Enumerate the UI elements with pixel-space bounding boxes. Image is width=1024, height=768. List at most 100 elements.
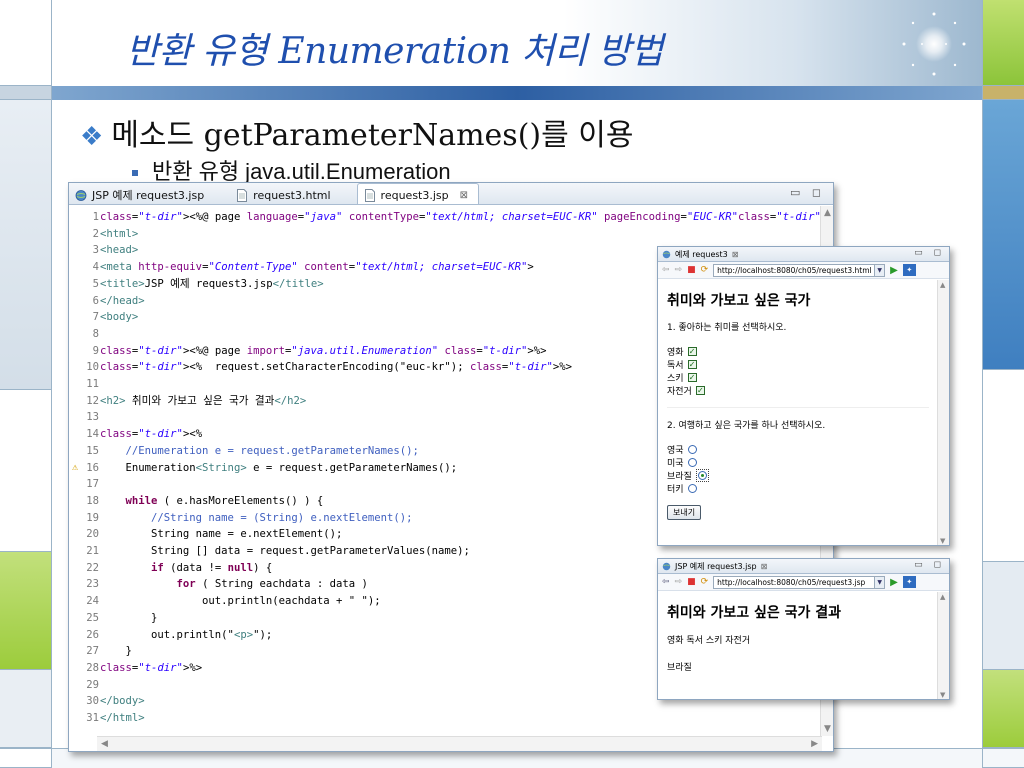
country-option[interactable]: 영국 <box>667 443 937 456</box>
hobby-option[interactable]: 스키 ✓ <box>667 371 937 384</box>
scroll-right-icon[interactable]: ▶ <box>811 739 818 749</box>
close-icon[interactable]: ⊠ <box>732 250 739 259</box>
forward-icon[interactable]: ⇨ <box>675 577 683 587</box>
browser-tab-label[interactable]: 예제 request3 <box>675 249 728 260</box>
line-number: 15 <box>86 444 99 457</box>
horizontal-rule <box>667 407 929 408</box>
tab-request3-html[interactable]: request3.html <box>230 183 340 204</box>
country-option[interactable]: 브라질 <box>667 469 937 482</box>
browser-toolbar: ⇦ ⇨ ■ ⟳ http://localhost:8080/ch05/reque… <box>658 262 949 279</box>
code-text: class="t-dir"><%@ page import="java.util… <box>100 344 547 357</box>
radio-icon[interactable] <box>687 458 697 467</box>
title-accent-bar <box>52 86 982 100</box>
sparkle-icon <box>902 12 966 76</box>
chevron-down-icon[interactable]: ▼ <box>874 576 885 588</box>
line-number: 20 <box>86 528 99 541</box>
tab-label: request3.jsp <box>380 189 449 202</box>
checkbox-checked-icon[interactable]: ✓ <box>687 347 697 356</box>
hobby-option[interactable]: 영화 ✓ <box>667 345 937 358</box>
scroll-down-icon[interactable]: ▼ <box>940 537 945 545</box>
line-number: 31 <box>86 712 99 724</box>
radio-icon[interactable] <box>687 445 697 454</box>
warning-icon[interactable]: ⚠ <box>72 460 78 477</box>
close-icon[interactable]: ⊠ <box>460 190 468 201</box>
close-icon[interactable]: ⊠ <box>761 562 768 571</box>
country-option[interactable]: 미국 <box>667 456 937 469</box>
country-list: 영국 미국 브라질 터키 <box>667 443 937 495</box>
browser-window-form: 예제 request3 ⊠ ▭ ◻ ⇦ ⇨ ■ ⟳ http://localho… <box>657 246 950 546</box>
browser-scrollbar[interactable]: ▲ ▼ <box>937 592 949 699</box>
radio-selected-icon[interactable] <box>697 471 707 480</box>
url-field[interactable]: http://localhost:8080/ch05/request3.jsp … <box>713 575 886 589</box>
code-text: //Enumeration e = request.getParameterNa… <box>100 444 419 457</box>
tab-label: JSP 예제 request3.jsp <box>92 189 205 202</box>
code-text: } <box>100 611 158 624</box>
refresh-icon[interactable]: ⟳ <box>701 577 709 587</box>
code-text: class="t-dir"><%@ page language="java" c… <box>100 211 821 223</box>
go-icon[interactable]: ▶ <box>890 265 898 276</box>
checkbox-checked-icon[interactable]: ✓ <box>695 386 705 395</box>
code-text: for ( String eachdata : data ) <box>176 578 368 591</box>
code-text: <meta http-equiv="Content-Type" content=… <box>100 261 534 274</box>
file-icon <box>237 188 248 202</box>
line-number: 9 <box>92 344 99 357</box>
globe-icon <box>662 250 671 258</box>
line-number: 22 <box>86 561 99 574</box>
scroll-down-icon[interactable]: ▼ <box>940 691 945 699</box>
code-text: class="t-dir"><% request.setCharacterEnc… <box>100 361 573 374</box>
scroll-up-icon[interactable]: ▲ <box>940 593 945 601</box>
line-number: 27 <box>86 645 99 658</box>
line-number: 3 <box>92 244 99 257</box>
checkbox-checked-icon[interactable]: ✓ <box>687 373 697 382</box>
hobby-option[interactable]: 자전거 ✓ <box>667 384 937 397</box>
tab-request3-jsp[interactable]: request3.jsp ⊠ <box>356 183 480 204</box>
code-text: </html> <box>100 712 145 724</box>
horizontal-scrollbar[interactable]: ◀ ▶ <box>97 736 822 751</box>
back-icon[interactable]: ⇦ <box>662 577 670 587</box>
browser-scrollbar[interactable]: ▲ ▼ <box>937 280 949 545</box>
line-number: 5 <box>92 277 99 290</box>
forward-icon[interactable]: ⇨ <box>675 265 683 275</box>
line-number: 6 <box>92 294 99 307</box>
go-icon[interactable]: ▶ <box>890 577 898 588</box>
chevron-down-icon[interactable]: ▼ <box>874 264 885 276</box>
country-option[interactable]: 터키 <box>667 482 937 495</box>
line-number: 29 <box>86 678 99 691</box>
line-number: 21 <box>86 545 99 557</box>
hobby-option[interactable]: 독서 ✓ <box>667 358 937 371</box>
result-hobbies: 영화 독서 스키 자전거 <box>667 636 751 646</box>
radio-icon[interactable] <box>687 484 697 493</box>
line-number: 18 <box>86 494 99 507</box>
bookmark-icon[interactable]: ✦ <box>902 576 916 588</box>
browser-tab-bar: JSP 예제 request3.jsp ⊠ ▭ ◻ <box>658 559 949 574</box>
back-icon[interactable]: ⇦ <box>662 265 670 275</box>
divider-right <box>982 0 983 768</box>
globe-icon <box>75 189 87 201</box>
scroll-left-icon[interactable]: ◀ <box>101 739 108 749</box>
code-line[interactable]: 2 <html> <box>69 226 809 243</box>
refresh-icon[interactable]: ⟳ <box>701 265 709 275</box>
code-text: class="t-dir"><% <box>100 428 203 441</box>
bookmark-icon[interactable]: ✦ <box>902 264 916 276</box>
stop-icon[interactable]: ■ <box>687 265 696 275</box>
checkbox-checked-icon[interactable]: ✓ <box>687 360 697 369</box>
code-line[interactable]: 1 class="t-dir"><%@ page language="java" … <box>69 209 821 226</box>
window-controls[interactable]: ▭ ◻ <box>914 248 945 258</box>
browser-tab-label[interactable]: JSP 예제 request3.jsp <box>675 561 757 572</box>
line-number: 13 <box>86 411 99 424</box>
window-controls[interactable]: ▭ ◻ <box>914 560 945 570</box>
code-line[interactable]: 31 </html> <box>69 710 809 727</box>
code-text: class="t-dir">%> <box>100 661 203 674</box>
tab-jsp-example[interactable]: JSP 예제 request3.jsp <box>69 183 214 204</box>
scroll-up-icon[interactable]: ▲ <box>824 208 831 218</box>
submit-button[interactable]: 보내기 <box>667 505 702 520</box>
tab-label: request3.html <box>253 188 331 202</box>
stop-icon[interactable]: ■ <box>687 577 696 587</box>
window-controls[interactable]: ▭ ◻ <box>790 186 825 199</box>
divider-left <box>51 0 52 768</box>
scroll-down-icon[interactable]: ▼ <box>824 724 831 734</box>
url-field[interactable]: http://localhost:8080/ch05/request3.html… <box>713 263 886 277</box>
code-text: Enumeration<String> e = request.getParam… <box>100 461 458 474</box>
scroll-up-icon[interactable]: ▲ <box>940 281 945 289</box>
slide-title: 반환 유형 Enumeration 처리 방법 <box>126 31 663 72</box>
